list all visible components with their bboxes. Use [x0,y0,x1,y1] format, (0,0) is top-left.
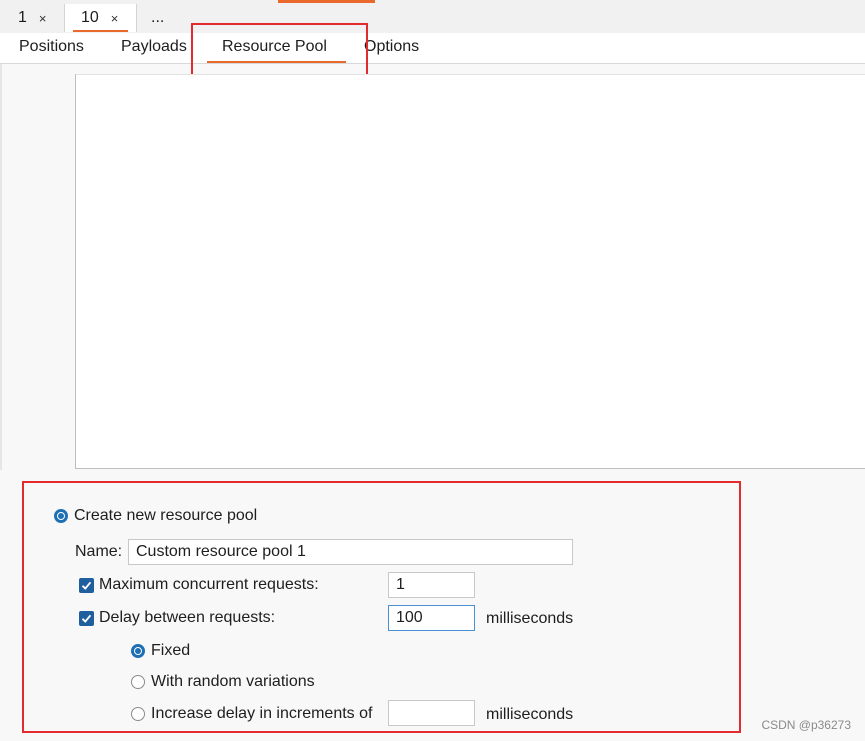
tab-options[interactable]: Options [364,38,419,56]
instance-tab-label: 1 [18,9,27,26]
sub-tab-bar: Positions Payloads Resource Pool Options [0,33,865,64]
instance-tab-10[interactable]: 10 × [64,4,138,32]
tab-accent-bar [278,0,375,3]
max-concurrent-input[interactable]: 1 [388,572,475,598]
delay-label: Delay between requests: [99,609,276,626]
delay-increase-option[interactable]: Increase delay in increments of [131,705,372,723]
resource-pool-list-panel [75,74,865,469]
max-concurrent-label: Maximum concurrent requests: [99,576,319,593]
max-concurrent-row[interactable]: Maximum concurrent requests: [79,576,319,594]
active-sub-tab-underline [207,61,346,63]
active-tab-underline [73,30,129,32]
checkbox-checked-icon[interactable] [79,577,94,593]
increase-label: Increase delay in increments of [151,705,373,722]
tab-resource-pool[interactable]: Resource Pool [222,38,327,56]
instance-tab-more[interactable]: ... [151,4,164,32]
tab-positions[interactable]: Positions [19,38,84,56]
delay-fixed-option[interactable]: Fixed [131,642,190,660]
pool-name-label: Name: [75,543,123,560]
close-icon[interactable]: × [39,11,47,26]
tab-payloads[interactable]: Payloads [121,38,187,56]
fixed-label: Fixed [151,642,191,659]
radio-checked-icon[interactable] [131,644,145,658]
instance-tab-bar: 1 × 10 × ... [0,0,865,34]
increase-input[interactable] [388,700,475,726]
radio-unchecked-icon[interactable] [131,707,145,721]
delay-random-option[interactable]: With random variations [131,673,315,691]
pool-name-row: Name: [75,543,122,561]
pool-name-input[interactable]: Custom resource pool 1 [128,539,573,565]
delay-input[interactable]: 100 [388,605,475,631]
increase-unit-label: milliseconds [486,706,574,723]
radio-unchecked-icon[interactable] [131,675,145,689]
resource-pool-form: Create new resource pool Name: Custom re… [0,470,865,741]
watermark: CSDN @p36273 [761,718,851,732]
close-icon[interactable]: × [111,11,119,26]
delay-row[interactable]: Delay between requests: [79,609,275,627]
delay-unit-label: milliseconds [486,610,574,627]
checkbox-checked-icon[interactable] [79,610,94,626]
create-new-pool-option[interactable]: Create new resource pool [54,507,257,525]
create-new-pool-label: Create new resource pool [74,507,258,524]
more-tabs-label: ... [151,9,165,26]
instance-tab-1[interactable]: 1 × [18,4,47,32]
intruder-window: 1 × 10 × ... Positions Payloads Resource… [0,0,865,741]
radio-checked-icon[interactable] [54,509,68,523]
instance-tab-label: 10 [81,9,99,26]
random-label: With random variations [151,673,315,690]
